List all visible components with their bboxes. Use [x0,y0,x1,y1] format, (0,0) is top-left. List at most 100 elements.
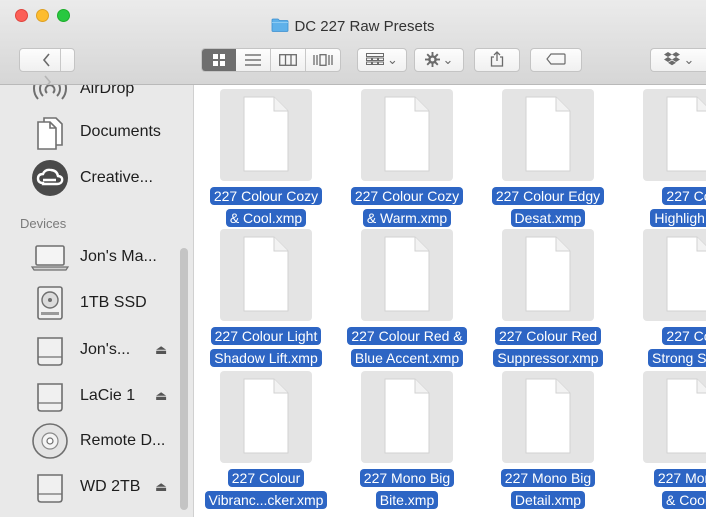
view-mode-control [201,48,341,72]
sidebar-item-creative-cloud[interactable]: Creative... [28,158,153,198]
external-drive-icon [28,330,72,370]
file-name-line1: 227 Colour Edgy [491,187,605,205]
file-name-label[interactable]: 227 Mono Big Bite.xmp [334,467,480,511]
file-thumbnail[interactable] [220,89,312,181]
file-name-line2: Strong S...L [648,349,706,367]
action-chevron: ⌄ [442,52,454,67]
file-thumbnail[interactable] [361,229,453,321]
file-name-line1: 227 Colour [227,469,305,487]
eject-button[interactable]: ⏏ [155,479,167,495]
file-name-line1: 227 Colour Red [494,327,602,345]
file-thumbnail[interactable] [643,229,706,321]
sidebar-item-label: Jon's... [80,341,131,358]
airdrop-icon [28,85,72,109]
document-icon [525,378,571,454]
document-icon [243,378,289,454]
external-drive-icon [28,467,72,507]
file-name-line1: 227 Mono Big [500,469,596,487]
sidebar: AirDrop Documents Creative... Devices Jo… [0,85,194,517]
file-thumbnail[interactable] [361,89,453,181]
back-button[interactable] [33,49,61,71]
file-name-label[interactable]: 227 Colour Vibranc...cker.xmp [194,467,339,511]
external-drive-icon [28,376,72,416]
file-grid: 227 Colour Cozy & Cool.xmp 227 Colour Cozy… [194,85,706,517]
sidebar-item-remote-disc[interactable]: Remote D... [28,421,165,461]
sidebar-item-label: Documents [80,123,161,140]
dropbox-icon [663,52,680,66]
dropbox-chevron: ⌄ [683,52,695,67]
sidebar-item-label: AirDrop [80,85,135,97]
file-thumbnail[interactable] [502,89,594,181]
file-name-label[interactable]: 227 Colour Cozy & Cool.xmp [194,185,339,229]
dropbox-button[interactable]: ⌄ [650,48,706,72]
document-icon [666,96,706,172]
document-icon [525,236,571,312]
laptop-icon [28,237,72,277]
file-name-line2: & Cool. [662,491,706,509]
file-name-label[interactable]: 227 Colour Light Shadow Lift.xmp [194,325,339,369]
file-thumbnail[interactable] [643,89,706,181]
file-name-line2: Suppressor.xmp [493,349,603,367]
sidebar-scrollbar[interactable] [180,248,188,510]
file-thumbnail[interactable] [502,371,594,463]
file-name-label[interactable]: 227 Colour Edgy Desat.xmp [475,185,621,229]
file-thumbnail[interactable] [220,371,312,463]
arrange-button[interactable]: ⌄ [357,48,407,72]
file-name-line1: 227 Colour Light [210,327,322,345]
share-button[interactable] [474,48,520,72]
icon-view-button[interactable] [202,49,236,71]
list-view-button[interactable] [236,49,271,71]
file-name-line2: & Warm.xmp [362,209,452,227]
cover-flow-button[interactable] [306,49,340,71]
devices-section-header: Devices [20,216,67,231]
eject-button[interactable]: ⏏ [155,388,167,404]
file-name-line1: 227 Colour Red & [347,327,467,345]
file-name-line1: 227 Co [662,327,706,345]
file-name-line2: Detail.xmp [510,491,586,509]
creative-cloud-icon [28,158,72,198]
file-name-label[interactable]: 227 Mono & Cool. [616,467,706,511]
sidebar-item-label: 1TB SSD [80,294,147,311]
file-name-line2: Highligh...s [650,209,706,227]
file-name-line1: 227 Colour Cozy [209,187,323,205]
icon-view-icon [213,54,225,66]
sidebar-item-label: WD 2TB [80,478,141,495]
file-name-line2: Desat.xmp [510,209,586,227]
chevron-left-icon [42,53,50,67]
document-icon [243,236,289,312]
file-name-label[interactable]: 227 Co Strong S...L [616,325,706,369]
file-thumbnail[interactable] [502,229,594,321]
arrange-icon [366,53,385,65]
document-icon [384,236,430,312]
file-name-line1: 227 Co [662,187,706,205]
sidebar-item-airdrop[interactable]: AirDrop [28,85,134,109]
file-name-label[interactable]: 227 Co Highligh...s [616,185,706,229]
file-name-label[interactable]: 227 Colour Red Suppressor.xmp [475,325,621,369]
arrange-chevron: ⌄ [387,52,398,67]
sidebar-item-lacie[interactable]: LaCie 1 [28,376,135,416]
sidebar-item-label: Creative... [80,169,153,186]
file-thumbnail[interactable] [220,229,312,321]
file-thumbnail[interactable] [643,371,706,463]
file-name-label[interactable]: 227 Colour Red & Blue Accent.xmp [334,325,480,369]
sidebar-item-documents[interactable]: Documents [28,112,161,152]
column-view-button[interactable] [271,49,306,71]
sidebar-item-label: LaCie 1 [80,387,136,404]
eject-button[interactable]: ⏏ [155,342,167,358]
sidebar-item-1tb-ssd[interactable]: 1TB SSD [28,283,147,323]
action-button[interactable]: ⌄ [414,48,464,72]
sidebar-item-label: Jon's Ma... [80,248,157,265]
sidebar-item-jons-macbook[interactable]: Jon's Ma... [28,237,157,277]
sidebar-item-jons-drive[interactable]: Jon's... [28,330,130,370]
file-name-label[interactable]: 227 Colour Cozy & Warm.xmp [334,185,480,229]
cover-flow-icon [313,54,333,66]
tags-button[interactable] [530,48,582,72]
file-name-line1: 227 Mono Big [359,469,455,487]
file-name-line2: Blue Accent.xmp [350,349,464,367]
file-thumbnail[interactable] [361,371,453,463]
file-name-line2: Shadow Lift.xmp [210,349,322,367]
sidebar-item-wd-2tb[interactable]: WD 2TB [28,467,140,507]
file-name-label[interactable]: 227 Mono Big Detail.xmp [475,467,621,511]
document-icon [666,378,706,454]
internal-drive-icon [28,283,72,323]
